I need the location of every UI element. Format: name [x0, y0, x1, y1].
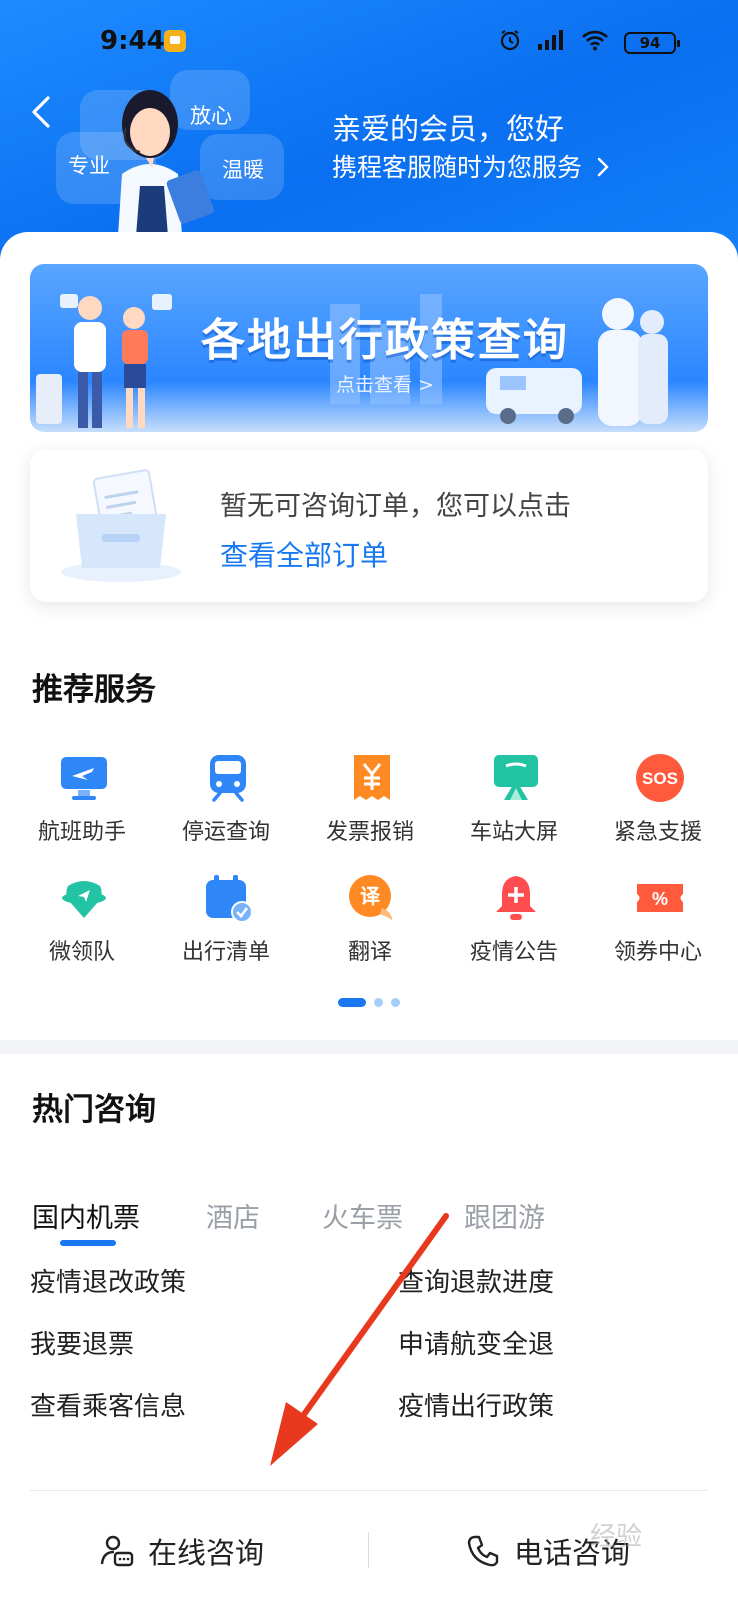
- watermark: 经验: [590, 1522, 643, 1552]
- service-page-indicator: [338, 998, 400, 1007]
- alarm-icon: [500, 30, 520, 51]
- greeting-text: 亲爱的会员，您好: [332, 112, 565, 146]
- service-intro-text: 携程客服随时为您服务: [332, 153, 583, 182]
- online-consult-button[interactable]: 在线咨询: [100, 1530, 264, 1572]
- guide-icon: [62, 881, 106, 918]
- invoice-icon: [354, 755, 390, 800]
- tab-domestic-flights[interactable]: 国内机票: [32, 1196, 140, 1235]
- service-flight-assistant[interactable]: 航班助手: [10, 748, 154, 858]
- train-icon: [210, 755, 246, 802]
- service-label: 疫情公告: [469, 940, 558, 965]
- agent-chat-icon: [100, 1535, 134, 1567]
- service-micro-guide[interactable]: 微领队: [10, 868, 154, 978]
- service-label: 停运查询: [181, 820, 270, 845]
- bottom-separator: [30, 1490, 708, 1491]
- no-order-card: 暂无可咨询订单，您可以点击 查看全部订单: [30, 450, 708, 602]
- service-translate[interactable]: 译 翻译: [298, 868, 442, 978]
- faq-item[interactable]: 疫情出行政策: [398, 1386, 554, 1423]
- bottom-bar-divider: [368, 1532, 369, 1568]
- tag-professional: 专业: [68, 154, 110, 178]
- calendar-check-icon: [206, 875, 253, 923]
- faq-item[interactable]: 疫情退改政策: [30, 1262, 186, 1299]
- travel-policy-banner[interactable]: 各地出行政策查询 点击查看 >: [30, 264, 708, 432]
- station-screen-icon: [494, 755, 538, 800]
- service-label: 领券中心: [613, 940, 702, 965]
- tag-reassuring: 放心: [190, 104, 232, 128]
- service-emergency-support[interactable]: SOS 紧急支援: [586, 748, 730, 858]
- faq-item[interactable]: 申请航变全退: [398, 1324, 554, 1361]
- service-label: 航班助手: [37, 820, 126, 845]
- chevron-right-icon: [597, 157, 609, 177]
- page-dot: [374, 998, 383, 1007]
- tab-group-tours[interactable]: 跟团游: [464, 1196, 545, 1235]
- sos-icon: SOS: [636, 754, 684, 802]
- empty-box-icon: [61, 469, 181, 582]
- tab-train-tickets[interactable]: 火车票: [322, 1196, 403, 1235]
- page-dot: [391, 998, 400, 1007]
- coupon-icon: %: [637, 884, 683, 912]
- signal-icon: [538, 30, 563, 50]
- tag-warm: 温暖: [222, 158, 264, 182]
- service-label: 车站大屏: [469, 820, 558, 845]
- service-suspension-query[interactable]: 停运查询: [154, 748, 298, 858]
- service-label: 紧急支援: [613, 820, 702, 845]
- online-consult-label: 在线咨询: [148, 1536, 265, 1570]
- translate-icon: 译: [349, 875, 392, 920]
- service-travel-checklist[interactable]: 出行清单: [154, 868, 298, 978]
- page-dot-active: [338, 998, 366, 1007]
- service-intro-link[interactable]: 携程客服随时为您服务: [332, 148, 612, 184]
- bell-plus-icon: [496, 876, 536, 920]
- svg-text:译: 译: [360, 884, 381, 908]
- flight-monitor-icon: [61, 757, 107, 800]
- banner-view-link: 点击查看 >: [336, 374, 434, 396]
- section-divider: [0, 1040, 738, 1054]
- no-order-message: 暂无可咨询订单，您可以点击: [220, 491, 571, 522]
- service-grid: 航班助手 停运查询 发票报销 车站大屏 SOS 紧急支援 微领队 出行清单 译 …: [10, 748, 728, 978]
- notification-icon: [164, 30, 186, 52]
- service-epidemic-notice[interactable]: 疫情公告: [442, 868, 586, 978]
- faq-item[interactable]: 我要退票: [30, 1324, 134, 1361]
- service-label: 翻译: [347, 940, 392, 965]
- status-icons: [498, 28, 610, 52]
- service-label: 发票报销: [325, 820, 414, 845]
- active-tab-indicator: [60, 1240, 116, 1246]
- banner-title: 各地出行政策查询: [201, 315, 569, 366]
- faq-item[interactable]: 查询退款进度: [398, 1262, 554, 1299]
- service-invoice[interactable]: 发票报销: [298, 748, 442, 858]
- service-station-screen[interactable]: 车站大屏: [442, 748, 586, 858]
- view-all-orders-link[interactable]: 查看全部订单: [220, 534, 388, 574]
- battery-indicator: 94: [624, 32, 680, 54]
- hot-consultation-title: 热门咨询: [32, 1092, 156, 1128]
- faq-item[interactable]: 查看乘客信息: [30, 1386, 186, 1423]
- back-arrow-icon[interactable]: [24, 92, 64, 132]
- wifi-icon: [582, 30, 608, 51]
- phone-icon: [467, 1535, 499, 1567]
- svg-text:%: %: [652, 889, 668, 909]
- service-coupon-center[interactable]: % 领券中心: [586, 868, 730, 978]
- service-label: 微领队: [48, 940, 115, 965]
- service-label: 出行清单: [181, 940, 270, 965]
- svg-text:SOS: SOS: [642, 769, 678, 788]
- status-time: 9:44: [100, 26, 165, 56]
- tab-hotel[interactable]: 酒店: [206, 1196, 260, 1235]
- recommended-services-title: 推荐服务: [32, 672, 156, 708]
- status-bar: 9:44 94: [0, 26, 738, 62]
